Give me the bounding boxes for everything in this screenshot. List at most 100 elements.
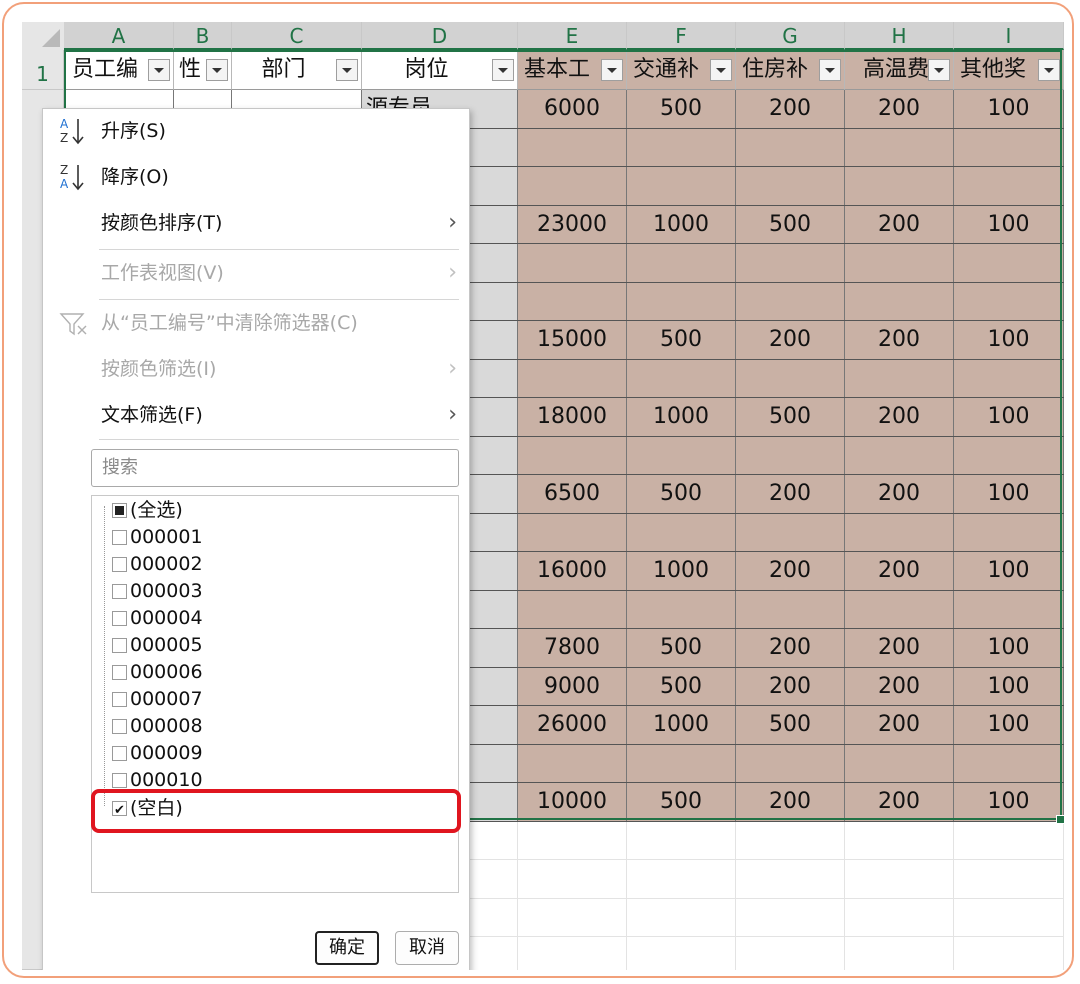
cell-i[interactable]: 100 bbox=[954, 629, 1064, 667]
empty-cell[interactable] bbox=[845, 860, 954, 898]
text-filter-item[interactable]: 文本筛选(F) › bbox=[43, 393, 469, 437]
cell-e[interactable] bbox=[518, 744, 627, 782]
cell-f[interactable]: 500 bbox=[627, 629, 736, 667]
cell-g[interactable] bbox=[736, 167, 845, 205]
cell-h[interactable] bbox=[845, 359, 954, 397]
empty-cell[interactable] bbox=[845, 898, 954, 936]
header-cell-housing-allowance[interactable]: 住房补 bbox=[736, 50, 845, 90]
empty-cell[interactable] bbox=[518, 860, 627, 898]
header-cell-heat-allowance[interactable]: 高温费 bbox=[845, 50, 954, 90]
cell-h[interactable] bbox=[845, 744, 954, 782]
ok-button[interactable]: 确定 bbox=[315, 931, 379, 965]
empty-cell[interactable] bbox=[736, 898, 845, 936]
cancel-button[interactable]: 取消 bbox=[395, 931, 459, 965]
cell-h[interactable] bbox=[845, 128, 954, 166]
checkbox[interactable] bbox=[112, 584, 127, 599]
empty-cell[interactable] bbox=[627, 937, 736, 970]
filter-dropdown-icon[interactable] bbox=[148, 59, 170, 81]
cell-g[interactable]: 200 bbox=[736, 475, 845, 513]
checkbox[interactable] bbox=[112, 719, 127, 734]
cell-e[interactable] bbox=[518, 244, 627, 282]
header-cell-transport-allowance[interactable]: 交通补 bbox=[627, 50, 736, 90]
cell-g[interactable] bbox=[736, 436, 845, 474]
sort-by-color-item[interactable]: 按颜色排序(T) › bbox=[43, 201, 469, 245]
cell-i[interactable] bbox=[954, 513, 1064, 551]
cell-h[interactable]: 200 bbox=[845, 398, 954, 436]
sort-ascending-item[interactable]: A Z 升序(S) bbox=[43, 109, 469, 153]
cell-i[interactable]: 100 bbox=[954, 205, 1064, 243]
cell-g[interactable]: 200 bbox=[736, 552, 845, 590]
cell-f[interactable] bbox=[627, 128, 736, 166]
cell-f[interactable] bbox=[627, 167, 736, 205]
empty-cell[interactable] bbox=[954, 937, 1064, 970]
header-cell-department[interactable]: 部门 bbox=[232, 50, 362, 90]
cell-e[interactable]: 6500 bbox=[518, 475, 627, 513]
cell-h[interactable] bbox=[845, 282, 954, 320]
cell-g[interactable] bbox=[736, 590, 845, 628]
empty-cell[interactable] bbox=[736, 821, 845, 859]
column-header-e[interactable]: E bbox=[518, 22, 627, 50]
checkbox[interactable] bbox=[112, 557, 127, 572]
cell-f[interactable]: 500 bbox=[627, 667, 736, 705]
cell-f[interactable]: 500 bbox=[627, 783, 736, 821]
column-header-g[interactable]: G bbox=[736, 22, 845, 50]
filter-dropdown-icon[interactable] bbox=[492, 59, 514, 81]
empty-cell[interactable] bbox=[954, 821, 1064, 859]
cell-f[interactable]: 1000 bbox=[627, 205, 736, 243]
empty-cell[interactable] bbox=[845, 821, 954, 859]
cell-g[interactable]: 200 bbox=[736, 90, 845, 128]
cell-i[interactable] bbox=[954, 244, 1064, 282]
search-input[interactable]: 搜索 bbox=[91, 449, 459, 487]
empty-cell[interactable] bbox=[736, 937, 845, 970]
cell-g[interactable] bbox=[736, 744, 845, 782]
cell-h[interactable] bbox=[845, 244, 954, 282]
cell-f[interactable] bbox=[627, 436, 736, 474]
filter-dropdown-icon[interactable] bbox=[819, 59, 841, 81]
cell-h[interactable]: 200 bbox=[845, 552, 954, 590]
cell-g[interactable] bbox=[736, 282, 845, 320]
header-cell-base-salary[interactable]: 基本工 bbox=[518, 50, 627, 90]
column-header-a[interactable]: A bbox=[64, 22, 174, 50]
header-cell-position[interactable]: 岗位 bbox=[362, 50, 518, 90]
filter-dropdown-icon[interactable] bbox=[206, 59, 228, 81]
select-all-corner[interactable] bbox=[22, 22, 65, 51]
cell-g[interactable]: 500 bbox=[736, 205, 845, 243]
cell-g[interactable]: 500 bbox=[736, 706, 845, 744]
checkbox[interactable] bbox=[112, 773, 127, 788]
cell-f[interactable] bbox=[627, 744, 736, 782]
cell-e[interactable]: 6000 bbox=[518, 90, 627, 128]
cell-e[interactable] bbox=[518, 128, 627, 166]
cell-i[interactable] bbox=[954, 167, 1064, 205]
empty-cell[interactable] bbox=[627, 898, 736, 936]
cell-i[interactable]: 100 bbox=[954, 475, 1064, 513]
fill-handle[interactable] bbox=[1056, 815, 1064, 824]
checkbox-partial[interactable] bbox=[112, 503, 127, 518]
cell-i[interactable]: 100 bbox=[954, 552, 1064, 590]
empty-cell[interactable] bbox=[954, 860, 1064, 898]
column-header-h[interactable]: H bbox=[845, 22, 954, 50]
empty-cell[interactable] bbox=[518, 937, 627, 970]
cell-f[interactable] bbox=[627, 359, 736, 397]
checkbox[interactable] bbox=[112, 530, 127, 545]
column-header-c[interactable]: C bbox=[232, 22, 362, 50]
column-header-f[interactable]: F bbox=[627, 22, 736, 50]
empty-cell[interactable] bbox=[518, 898, 627, 936]
cell-h[interactable]: 200 bbox=[845, 475, 954, 513]
empty-cell[interactable] bbox=[845, 937, 954, 970]
cell-e[interactable]: 15000 bbox=[518, 321, 627, 359]
cell-f[interactable] bbox=[627, 590, 736, 628]
cell-h[interactable]: 200 bbox=[845, 90, 954, 128]
cell-e[interactable] bbox=[518, 436, 627, 474]
cell-i[interactable] bbox=[954, 128, 1064, 166]
cell-e[interactable]: 18000 bbox=[518, 398, 627, 436]
cell-f[interactable]: 1000 bbox=[627, 706, 736, 744]
cell-f[interactable] bbox=[627, 513, 736, 551]
cell-e[interactable] bbox=[518, 359, 627, 397]
cell-i[interactable] bbox=[954, 744, 1064, 782]
cell-g[interactable] bbox=[736, 128, 845, 166]
header-cell-gender[interactable]: 性 bbox=[174, 50, 232, 90]
cell-g[interactable]: 200 bbox=[736, 667, 845, 705]
empty-cell[interactable] bbox=[518, 821, 627, 859]
cell-e[interactable]: 23000 bbox=[518, 205, 627, 243]
cell-f[interactable]: 500 bbox=[627, 321, 736, 359]
